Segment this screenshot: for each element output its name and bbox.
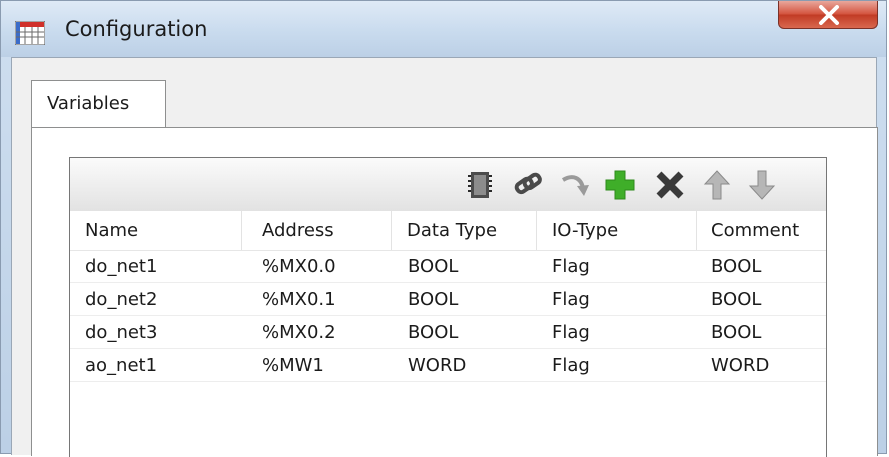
arrow-up-icon	[703, 170, 731, 200]
client-area: Variables Name Address Data Type IO-Type…	[11, 57, 878, 457]
close-button[interactable]	[778, 1, 878, 29]
cell-address: %MX0.0	[262, 256, 336, 277]
column-header-name[interactable]: Name	[70, 211, 242, 250]
cell-io-type: Flag	[552, 256, 590, 277]
add-button[interactable]	[603, 168, 637, 202]
cell-data-type: WORD	[408, 355, 467, 376]
cell-address: %MX0.1	[262, 289, 336, 310]
column-header-address[interactable]: Address	[242, 211, 392, 250]
cell-comment: WORD	[711, 355, 770, 376]
grid-toolbar	[70, 158, 826, 212]
cell-data-type: BOOL	[408, 289, 459, 310]
tab-label: Variables	[47, 93, 130, 114]
cell-data-type: BOOL	[408, 256, 459, 277]
cell-address: %MX0.2	[262, 322, 336, 343]
column-header-comment[interactable]: Comment	[697, 211, 828, 250]
configuration-window: Configuration Variables Name Address Dat…	[0, 0, 887, 457]
window-title: Configuration	[65, 17, 208, 41]
title-bar[interactable]: Configuration	[1, 1, 886, 57]
redirect-button[interactable]	[557, 168, 591, 202]
cell-name: do_net2	[85, 289, 158, 310]
tab-variables[interactable]: Variables	[31, 80, 166, 128]
arrow-down-icon	[748, 170, 776, 200]
add-icon	[605, 170, 635, 200]
cell-name: do_net1	[85, 256, 158, 277]
delete-icon	[656, 171, 684, 199]
delete-button[interactable]	[653, 168, 687, 202]
link-button[interactable]	[510, 168, 544, 202]
move-up-button[interactable]	[700, 168, 734, 202]
table-row[interactable]: do_net1 %MX0.0 BOOL Flag BOOL	[70, 250, 826, 283]
column-header-data-type[interactable]: Data Type	[392, 211, 537, 250]
cell-io-type: Flag	[552, 355, 590, 376]
cell-comment: BOOL	[711, 256, 762, 277]
table-row[interactable]: do_net3 %MX0.2 BOOL Flag BOOL	[70, 316, 826, 349]
cell-comment: BOOL	[711, 322, 762, 343]
variables-panel: Name Address Data Type IO-Type Comment d…	[31, 127, 878, 457]
table-row[interactable]: ao_net1 %MW1 WORD Flag WORD	[70, 349, 826, 382]
cell-name: ao_net1	[85, 355, 158, 376]
variables-grid: Name Address Data Type IO-Type Comment d…	[69, 157, 827, 457]
cell-comment: BOOL	[711, 289, 762, 310]
cell-name: do_net3	[85, 322, 158, 343]
cell-address: %MW1	[262, 355, 324, 376]
move-down-button[interactable]	[745, 168, 779, 202]
arrow-curve-icon	[561, 175, 589, 196]
grid-header-row: Name Address Data Type IO-Type Comment	[70, 211, 826, 251]
cell-io-type: Flag	[552, 289, 590, 310]
close-icon	[819, 5, 839, 25]
grid-table-icon	[15, 21, 45, 45]
memory-button[interactable]	[463, 168, 497, 202]
table-row[interactable]: do_net2 %MX0.1 BOOL Flag BOOL	[70, 283, 826, 316]
column-header-io-type[interactable]: IO-Type	[537, 211, 697, 250]
cell-data-type: BOOL	[408, 322, 459, 343]
link-icon	[514, 172, 542, 195]
memory-chip-icon	[468, 172, 492, 198]
cell-io-type: Flag	[552, 322, 590, 343]
